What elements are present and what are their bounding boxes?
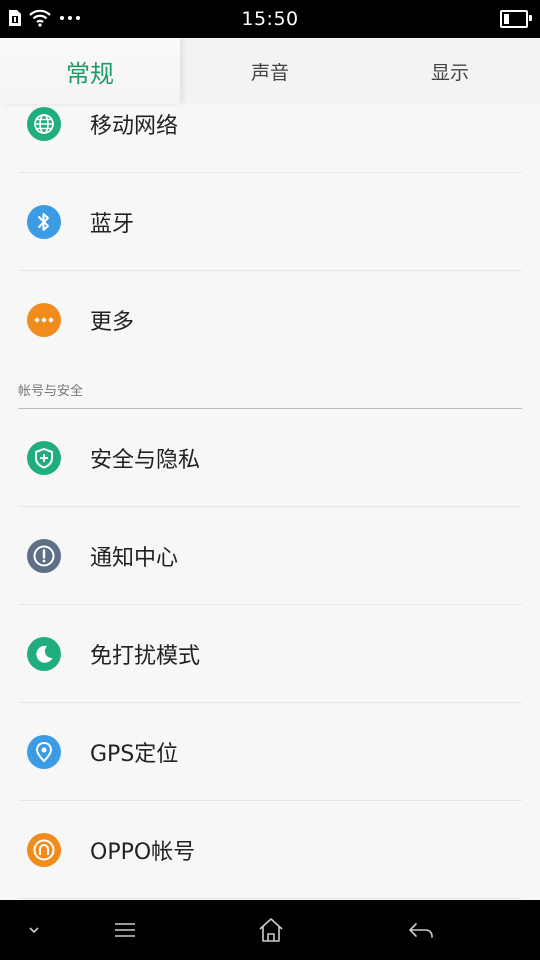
back-button[interactable] [396, 900, 446, 960]
account-icon [27, 832, 61, 867]
setting-label: GPS定位 [90, 741, 179, 767]
setting-mobile-network[interactable]: 移动网络 [18, 104, 522, 173]
collapse-button[interactable] [16, 900, 52, 960]
setting-label: 蓝牙 [90, 211, 135, 237]
setting-label: 安全与隐私 [90, 447, 201, 473]
menu-button[interactable] [100, 900, 150, 960]
setting-more[interactable]: 更多 [18, 271, 522, 369]
setting-do-not-disturb[interactable]: 免打扰模式 [18, 605, 522, 703]
setting-bluetooth[interactable]: 蓝牙 [18, 173, 522, 271]
setting-label: 移动网络 [90, 114, 179, 139]
shield-icon [27, 440, 61, 475]
setting-label: 通知中心 [90, 545, 179, 571]
alert-icon [27, 538, 61, 573]
back-icon [409, 923, 433, 938]
battery-icon [500, 10, 532, 28]
tab-general[interactable]: 常规 [0, 38, 180, 104]
tab-sound[interactable]: 声音 [180, 38, 360, 104]
home-icon [259, 918, 283, 942]
chevron-down-icon [29, 927, 39, 934]
section-header-account-security: 帐号与安全 [18, 380, 522, 409]
setting-security-privacy[interactable]: 安全与隐私 [18, 409, 522, 507]
battery-level [504, 14, 509, 24]
globe-icon [27, 107, 61, 141]
tab-display[interactable]: 显示 [360, 38, 540, 104]
location-pin-icon [27, 734, 61, 769]
home-button[interactable] [246, 900, 296, 960]
setting-label: 免打扰模式 [90, 643, 201, 669]
tab-bar: 常规 声音 显示 [0, 38, 540, 104]
moon-icon [27, 636, 61, 671]
setting-notification-center[interactable]: 通知中心 [18, 507, 522, 605]
setting-label: 更多 [90, 310, 135, 335]
more-icon [27, 303, 61, 337]
setting-gps-location[interactable]: GPS定位 [18, 703, 522, 801]
setting-oppo-account[interactable]: OPPO帐号 [18, 801, 522, 899]
menu-icon [115, 923, 135, 937]
clock: 15:50 [241, 8, 299, 30]
settings-list: 移动网络 蓝牙 更多 帐号与安全 安全与隐私 通知中心 免打扰模式 GPS定位 … [0, 104, 540, 900]
setting-label: OPPO帐号 [90, 839, 196, 865]
status-bar: 15:50 [0, 0, 540, 38]
bluetooth-icon [27, 204, 61, 239]
navigation-bar [0, 900, 540, 960]
